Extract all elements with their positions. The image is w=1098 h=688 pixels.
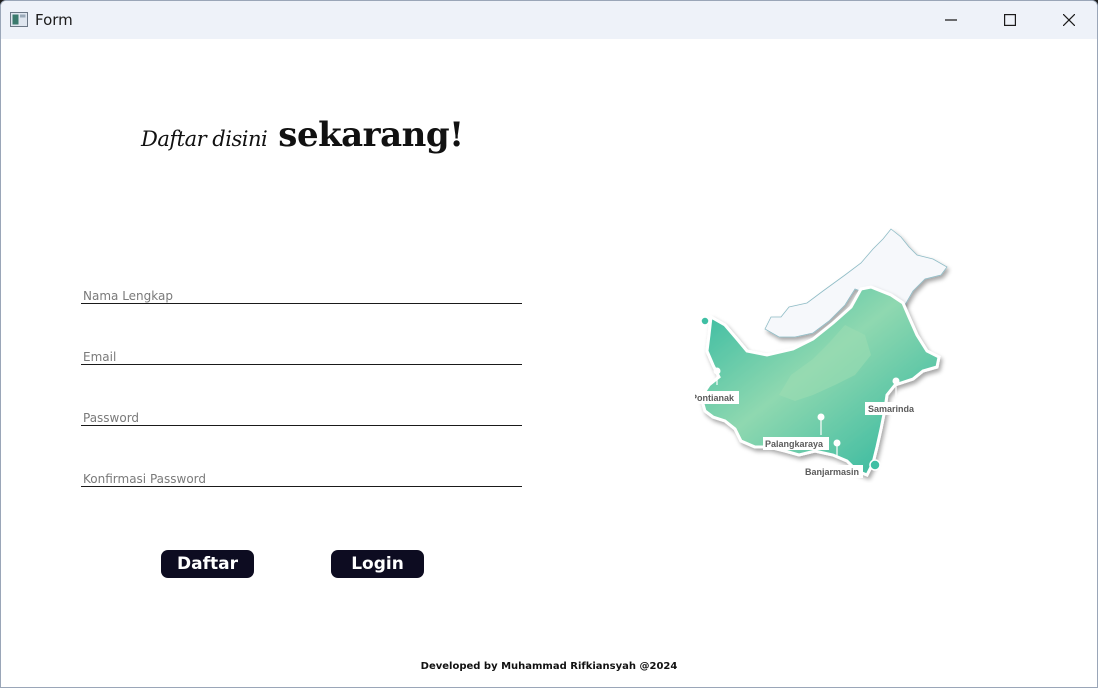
confirm-password-input[interactable] (81, 465, 522, 486)
heading-emphasis: sekarang! (278, 115, 464, 155)
maximize-button[interactable] (981, 1, 1039, 39)
confirm-password-field (81, 465, 522, 487)
window-title: Form (35, 11, 73, 29)
full-name-field (81, 282, 522, 304)
city-label-palangkaraya: Palangkaraya (765, 439, 824, 449)
city-label-pontianak: Pontianak (695, 393, 735, 403)
title-bar[interactable]: Form (1, 1, 1097, 39)
heading-prefix: Daftar disini (141, 127, 268, 151)
full-name-input[interactable] (81, 282, 522, 303)
close-button[interactable] (1040, 1, 1097, 39)
form-app-icon (10, 12, 28, 27)
minimize-button[interactable] (922, 1, 980, 39)
page-heading: Daftar disini sekarang! (141, 115, 464, 155)
email-input[interactable] (81, 343, 522, 364)
password-input[interactable] (81, 404, 522, 425)
email-field (81, 343, 522, 365)
city-label-banjarmasin: Banjarmasin (805, 467, 859, 477)
city-label-samarinda: Samarinda (868, 404, 915, 414)
kalimantan-map-image: Pontianak Samarinda Palangkaraya Banjarm… (695, 228, 948, 478)
close-icon (1063, 14, 1075, 26)
maximize-icon (1004, 14, 1016, 26)
footer-credit: Developed by Muhammad Rifkiansyah @2024 (420, 661, 678, 672)
register-button[interactable]: Daftar (161, 550, 254, 578)
login-button[interactable]: Login (331, 550, 424, 578)
minimize-icon (945, 19, 957, 21)
app-window: Form Daftar disini sekarang! Nama Lengka… (0, 0, 1098, 688)
password-field (81, 404, 522, 426)
